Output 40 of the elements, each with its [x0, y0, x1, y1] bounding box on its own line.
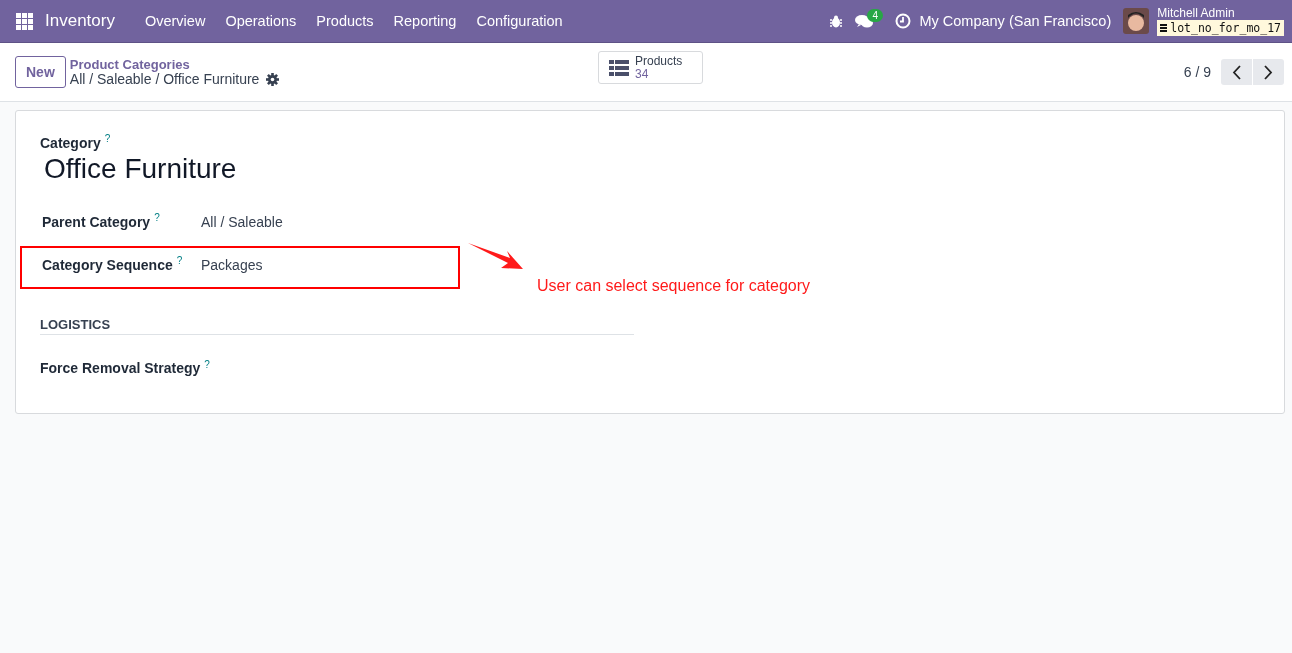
apps-menu-icon[interactable]: [16, 12, 33, 30]
field-value[interactable]: Packages: [201, 254, 263, 273]
record-path: All / Saleable / Office Furniture: [69, 72, 260, 87]
menu-item[interactable]: Operations: [215, 13, 307, 29]
menu-item[interactable]: Overview: [134, 13, 216, 29]
help-icon[interactable]: ?: [176, 254, 183, 266]
bug-icon[interactable]: [830, 14, 843, 28]
pager-value: 6 / 9: [1183, 64, 1211, 80]
menu-item[interactable]: Configuration: [466, 13, 573, 29]
field-label: Category $^{?}$: [40, 133, 112, 151]
database-name: lot_no_for_mo_17: [1157, 20, 1284, 36]
field-label: Parent Category: [42, 213, 151, 230]
message-count-badge: 4: [867, 8, 883, 22]
menu-item[interactable]: Products: [306, 13, 384, 29]
help-icon[interactable]: ?: [204, 358, 210, 370]
field-value[interactable]: All / Saleable: [201, 211, 283, 230]
help-icon[interactable]: ?: [104, 133, 111, 144]
company-switcher[interactable]: My Company (San Francisco): [919, 13, 1112, 29]
annotation-note: User can select sequence for category: [537, 277, 811, 295]
avatar-icon[interactable]: [1123, 8, 1150, 34]
previous-button[interactable]: [1221, 59, 1252, 85]
clock-icon[interactable]: [895, 13, 912, 29]
app-name-link[interactable]: Inventory: [45, 11, 115, 31]
field-label: Force Removal Strategy: [40, 360, 201, 377]
help-icon[interactable]: ?: [154, 211, 160, 223]
breadcrumb-link[interactable]: Product Categories: [69, 57, 280, 72]
settings-icon[interactable]: [266, 73, 280, 86]
new-button[interactable]: New: [15, 56, 66, 88]
chevron-left-icon: [1232, 64, 1241, 80]
chevron-right-icon: [1264, 64, 1273, 80]
section-title: LOGISTICS: [40, 316, 634, 335]
field-label: Category Sequence: [42, 256, 173, 273]
user-name: Mitchell Admin: [1157, 6, 1236, 20]
next-button[interactable]: [1253, 59, 1284, 85]
products-smart-button[interactable]: Products 34: [598, 51, 703, 84]
annotation-arrow: [468, 243, 523, 269]
database-icon: [1160, 23, 1168, 33]
category-name: Office Furniture: [44, 152, 238, 185]
list-icon: [609, 59, 629, 76]
menu-item[interactable]: Reporting: [383, 13, 467, 29]
